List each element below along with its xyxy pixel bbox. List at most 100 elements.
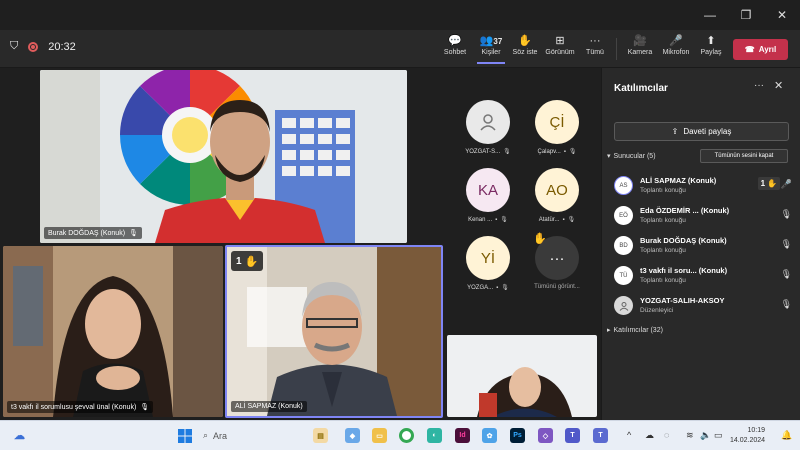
photoshop-icon[interactable]: Ps — [510, 428, 525, 443]
share-icon: ⇪ — [671, 127, 679, 136]
panel-title: Katılımcılar — [614, 83, 668, 94]
video-frame-ali — [227, 247, 441, 416]
battery-icon[interactable]: ▭ — [714, 430, 723, 441]
recording-icon — [28, 41, 39, 52]
view-button[interactable]: ⊞ Görünüm — [544, 34, 576, 64]
meeting-toolbar: ⛉ 20:32 💬 Sohbet 👥37 Kişiler ✋ Söz iste … — [0, 30, 800, 68]
mic-off-icon: 🎙 — [780, 269, 792, 279]
mic-off-icon: 🎤 — [669, 35, 683, 47]
participant-row[interactable]: YOZGAT-SALIH-AKSOY Düzenleyici 🎙 — [614, 293, 794, 321]
people-count: 37 — [493, 37, 503, 46]
cloud-icon[interactable]: ☁ — [645, 430, 654, 441]
video-stage: Burak DOĞDAŞ (Konuk) 🎙 t3 vakfı il sorum… — [0, 68, 600, 420]
mic-off-icon: 🎙 — [567, 217, 576, 223]
phone-hangup-icon: ☎ — [744, 45, 755, 54]
panel-more-icon[interactable]: ··· — [754, 80, 764, 91]
teams-icon[interactable]: T — [565, 428, 580, 443]
meeting-timer: 20:32 — [48, 40, 76, 53]
indesign-icon[interactable]: Id — [455, 428, 470, 443]
video-frame-burak — [40, 70, 407, 243]
video-tile-burak[interactable]: Burak DOĞDAŞ (Konuk) 🎙 — [40, 70, 407, 243]
tile-name-tag: ALİ SAPMAZ (Konuk) — [231, 401, 307, 412]
participant-avatar[interactable]: Çİ Çalapv... ▪ 🎙 — [527, 100, 587, 162]
view-all-button[interactable]: ✋ ··· Tümünü görünt... — [527, 233, 587, 298]
mic-off-icon: 🎙 — [503, 149, 511, 155]
mic-off-icon: 🎙 — [780, 299, 792, 309]
shield-icon: ⛉ — [10, 40, 19, 52]
share-button[interactable]: ⬆ Paylaş — [698, 34, 724, 64]
participant-avatar[interactable]: KA Kenan ... ▪ 🎙 — [458, 168, 518, 230]
wifi-icon[interactable]: ≋ — [686, 430, 694, 441]
more-icon: ··· — [589, 35, 601, 47]
share-invite-button[interactable]: ⇪ Daveti paylaş — [614, 122, 789, 141]
mic-off-icon: 🎙 — [501, 285, 509, 291]
raised-hand-badge: 1 ✋ — [231, 251, 264, 271]
windows-taskbar: ☁ ⌕ Ara ▤ ◆ ▭ ◐ Id ✿ Ps ◇ T T ^ ☁ ◌ ≋ 🔈 … — [0, 420, 800, 450]
title-bar: — ❐ ✕ — [0, 0, 800, 30]
participant-row[interactable]: TÜ t3 vakfı il soru... (Konuk) Toplantı … — [614, 263, 794, 291]
camera-off-icon: ▪ — [563, 148, 566, 155]
mic-off-icon: 🎙 — [568, 149, 577, 155]
tile-name-tag: Burak DOĞDAŞ (Konuk) 🎙 — [44, 227, 142, 239]
participant-avatar[interactable]: AO Atatür... ▪ 🎙 — [527, 168, 587, 230]
camera-icon: 🎥 — [633, 35, 647, 47]
video-tile-sevval[interactable]: t3 vakfı il sorumlusu şevval ünal (Konuk… — [3, 246, 223, 417]
chrome-icon[interactable] — [399, 428, 414, 443]
taskbar-clock[interactable]: 10:19 14.02.2024 — [730, 426, 765, 446]
avatar: AS — [614, 176, 633, 195]
participant-row[interactable]: AS ALİ SAPMAZ (Konuk) Toplantı konuğu 1 ✋… — [614, 173, 794, 201]
camera-button[interactable]: 🎥 Kamera — [626, 34, 654, 64]
hand-icon: ✋ — [244, 255, 259, 268]
app-tray-icon[interactable]: ◌ — [664, 430, 669, 440]
chat-button[interactable]: 💬 Sohbet — [442, 34, 468, 64]
presenters-section-toggle[interactable]: ▾ Sunucular (5) — [607, 152, 656, 161]
raise-hand-button[interactable]: ✋ Söz iste — [511, 34, 539, 64]
notification-icon[interactable]: 🔔 — [781, 430, 792, 441]
window-controls: — ❐ ✕ — [692, 0, 800, 30]
video-frame-participant — [447, 335, 597, 417]
mic-off-icon: 🎙 — [500, 217, 508, 223]
toolbar-divider — [616, 38, 617, 60]
raised-hand-badge: 1 ✋ — [757, 177, 780, 190]
participant-row[interactable]: EÖ Eda ÖZDEMİR ... (Konuk) Toplantı konu… — [614, 203, 794, 231]
participant-avatar[interactable]: YOZGAT-S... 🎙 — [458, 100, 518, 162]
people-icon: 👥 — [479, 35, 494, 47]
mic-off-icon: 🎙 — [780, 239, 792, 249]
avatar: EÖ — [614, 206, 633, 225]
close-window-button[interactable]: ✕ — [764, 0, 800, 30]
app-icon[interactable]: ◇ — [538, 428, 553, 443]
mic-button[interactable]: 🎤 Mikrofon — [660, 34, 692, 64]
taskbar-search[interactable]: ⌕ Ara — [203, 430, 227, 441]
avatar: BD — [614, 236, 633, 255]
video-tile-ali[interactable]: 1 ✋ ALİ SAPMAZ (Konuk) — [225, 245, 443, 418]
leave-button[interactable]: ☎ Ayrıl — [733, 39, 788, 60]
share-icon: ⬆ — [706, 35, 716, 47]
search-icon: ⌕ — [203, 430, 209, 440]
maximize-button[interactable]: ❐ — [728, 0, 764, 30]
people-button[interactable]: 👥37 Kişiler — [477, 34, 505, 64]
camera-off-icon: ▪ — [496, 284, 499, 291]
mute-all-button[interactable]: Tümünün sesini kapat — [700, 149, 788, 163]
panel-close-icon[interactable]: ✕ — [774, 79, 783, 92]
avatar: TÜ — [614, 266, 633, 285]
app-icon[interactable]: ◐ — [427, 428, 442, 443]
chat-icon: 💬 — [448, 35, 462, 47]
file-explorer-icon[interactable]: ▭ — [372, 428, 387, 443]
widgets-icon[interactable]: ☁ — [12, 428, 27, 443]
meeting-status: ⛉ 20:32 — [10, 40, 76, 53]
video-tile-participant[interactable] — [447, 335, 597, 417]
participant-avatar[interactable]: Yİ YOZGA... ▪ 🎙 — [458, 236, 518, 298]
app-icon[interactable]: ◆ — [345, 428, 360, 443]
attendees-section-toggle[interactable]: ▸ Katılımcılar (32) — [607, 326, 663, 335]
participant-row[interactable]: BD Burak DOĞDAŞ (Konuk) Toplantı konuğu … — [614, 233, 794, 261]
more-button[interactable]: ··· Tümü — [583, 34, 607, 64]
start-button[interactable] — [177, 428, 192, 443]
app-icon[interactable]: ▤ — [313, 428, 328, 443]
minimize-button[interactable]: — — [692, 0, 728, 30]
volume-icon[interactable]: 🔈 — [700, 430, 711, 441]
tile-name-tag: t3 vakfı il sorumlusu şevval ünal (Konuk… — [7, 401, 154, 413]
hand-icon: ✋ — [533, 233, 547, 245]
app-icon[interactable]: ✿ — [482, 428, 497, 443]
teams-active-icon[interactable]: T — [593, 428, 608, 443]
chevron-up-icon[interactable]: ^ — [627, 430, 631, 440]
